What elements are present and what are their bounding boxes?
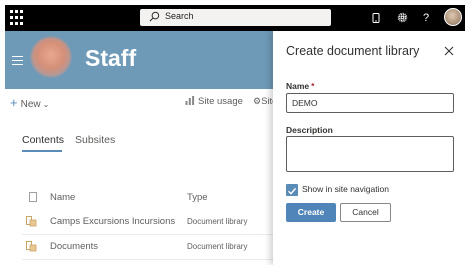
active-tab-indicator	[22, 150, 62, 152]
search-box[interactable]: Search	[140, 9, 331, 26]
app-frame: Search ? Staff + New ⌄ Site usage ⚙Site Co…	[5, 5, 465, 265]
search-icon	[149, 11, 160, 22]
gear-icon[interactable]	[393, 9, 411, 27]
create-button[interactable]: Create	[286, 203, 336, 222]
table-row[interactable]: Documents Document library	[22, 235, 273, 260]
user-avatar[interactable]	[444, 8, 462, 26]
close-icon[interactable]	[443, 45, 455, 57]
description-label: Description	[286, 125, 333, 135]
row-type: Document library	[187, 217, 248, 226]
new-button[interactable]: + New ⌄	[10, 95, 49, 110]
help-icon[interactable]: ?	[417, 9, 435, 27]
panel-title: Create document library	[286, 44, 420, 58]
command-bar: + New ⌄ Site usage ⚙Site	[5, 89, 277, 115]
row-name[interactable]: Camps Excursions Incursions	[50, 216, 175, 227]
chart-icon	[185, 96, 195, 105]
menu-icon[interactable]	[12, 56, 23, 68]
row-name[interactable]: Documents	[50, 241, 98, 252]
column-header-type[interactable]: Type	[187, 192, 208, 203]
new-label: New	[20, 99, 41, 110]
suite-bar: Search ?	[5, 5, 465, 31]
column-header-name[interactable]: Name	[50, 192, 75, 203]
library-icon	[26, 216, 37, 227]
site-logo[interactable]	[31, 37, 71, 77]
site-header: Staff	[5, 31, 273, 89]
document-type-icon	[29, 192, 37, 202]
name-label: Name *	[286, 81, 314, 91]
phone-icon[interactable]	[367, 9, 385, 27]
plus-icon: +	[10, 95, 18, 110]
table-row[interactable]: Camps Excursions Incursions Document lib…	[22, 210, 273, 235]
name-label-text: Name	[286, 81, 310, 91]
tab-contents[interactable]: Contents	[22, 134, 64, 146]
show-in-navigation-label[interactable]: Show in site navigation	[302, 184, 389, 194]
required-marker: *	[311, 81, 315, 91]
site-usage-button[interactable]: Site usage	[185, 96, 243, 107]
name-field[interactable]	[286, 93, 454, 113]
cancel-button[interactable]: Cancel	[340, 203, 391, 222]
site-title[interactable]: Staff	[85, 45, 136, 72]
site-usage-label: Site usage	[198, 96, 243, 107]
gear-small-icon: ⚙	[253, 96, 262, 106]
row-type: Document library	[187, 242, 248, 251]
app-launcher-icon[interactable]	[10, 10, 26, 26]
tab-subsites[interactable]: Subsites	[75, 134, 115, 146]
chevron-down-icon: ⌄	[42, 100, 50, 109]
create-library-panel: Create document library Name* Descriptio…	[273, 31, 465, 265]
search-placeholder: Search	[165, 11, 194, 21]
checkmark-icon	[288, 187, 297, 195]
description-field[interactable]	[286, 136, 454, 172]
show-in-navigation-checkbox[interactable]	[286, 184, 298, 196]
library-icon	[26, 241, 37, 252]
